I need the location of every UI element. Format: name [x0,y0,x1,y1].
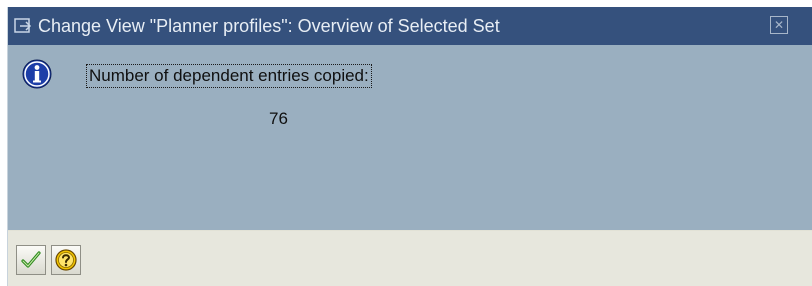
copied-count: 76 [269,109,288,128]
info-icon [22,59,52,89]
message-text: Number of dependent entries copied: [86,64,372,88]
dialog-title: Change View "Planner profiles": Overview… [38,16,500,36]
continue-button[interactable] [16,245,46,275]
checkmark-icon [21,251,41,268]
help-button[interactable] [51,245,81,275]
dialog-content: Number of dependent entries copied: 76 [8,45,812,231]
window-icon [14,17,32,35]
title-bar: Change View "Planner profiles": Overview… [8,7,812,45]
help-icon [55,249,77,271]
dialog-window: Change View "Planner profiles": Overview… [7,7,812,286]
dialog-toolbar [8,231,812,286]
close-icon[interactable]: ✕ [770,16,788,34]
